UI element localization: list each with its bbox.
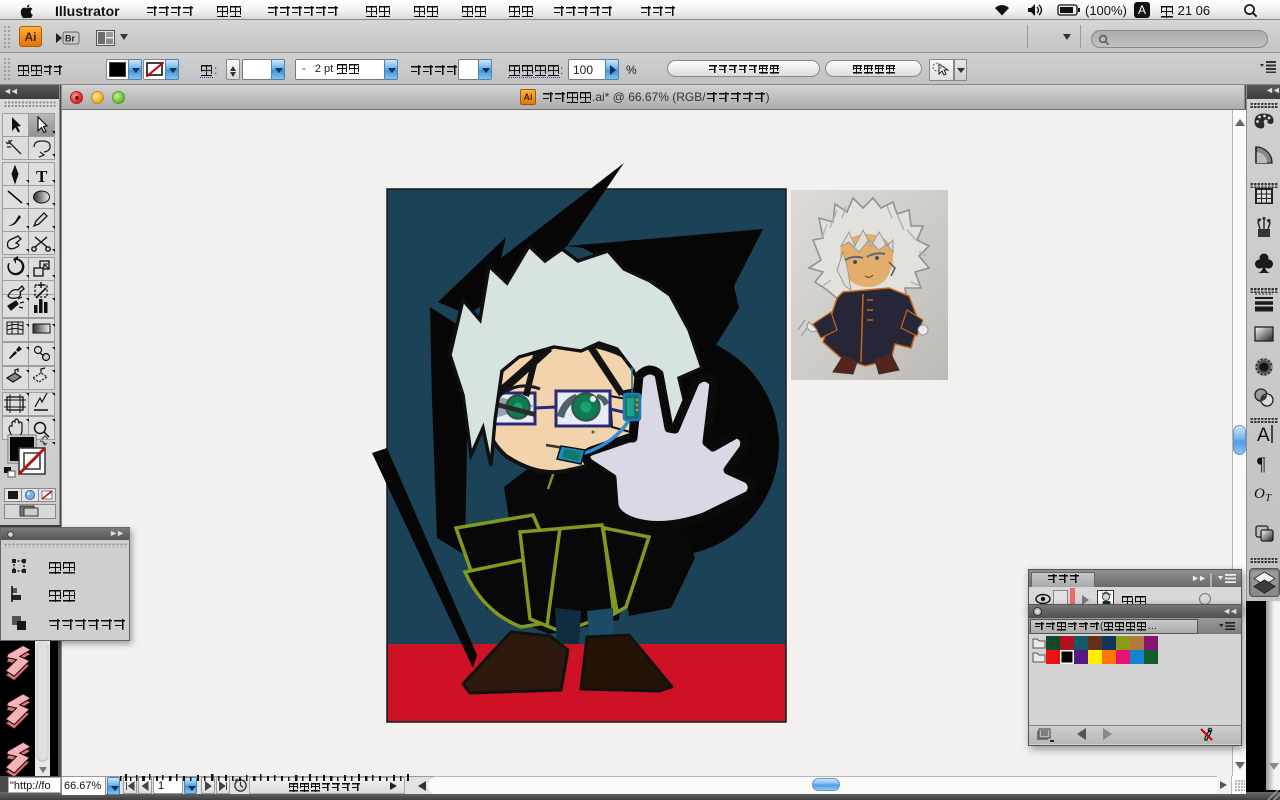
svg-text:Br: Br	[65, 34, 75, 44]
svg-text:¶: ¶	[1257, 454, 1266, 475]
svg-text:T: T	[1265, 492, 1272, 504]
svg-text:A: A	[1257, 425, 1270, 446]
svg-text:O: O	[1254, 486, 1265, 502]
svg-text:T: T	[36, 167, 48, 186]
